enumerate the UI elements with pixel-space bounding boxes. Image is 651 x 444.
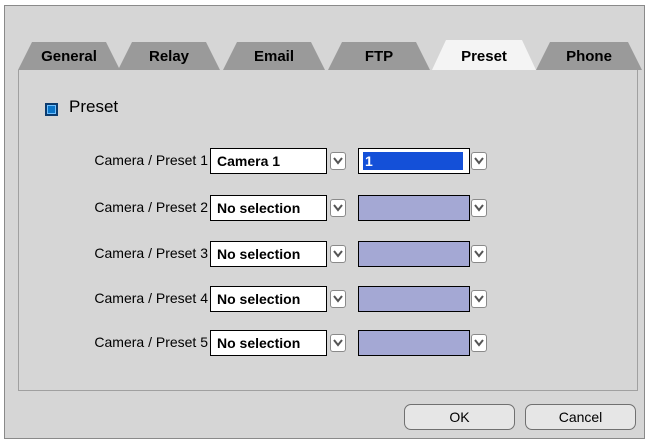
tab-email[interactable]: Email: [223, 42, 325, 70]
chevron-down-icon[interactable]: [330, 334, 346, 352]
preset-row-4: Camera / Preset 4 No selection: [0, 286, 651, 312]
preset-select-value: [358, 330, 470, 356]
chevron-down-icon[interactable]: [330, 199, 346, 217]
camera-select-value[interactable]: No selection: [210, 286, 327, 312]
camera-select-value[interactable]: No selection: [210, 241, 327, 267]
camera-select-4[interactable]: No selection: [210, 286, 347, 312]
camera-select-2[interactable]: No selection: [210, 195, 347, 221]
row-label: Camera / Preset 4: [94, 290, 208, 306]
row-label: Camera / Preset 5: [94, 334, 208, 350]
chevron-down-icon: [471, 290, 487, 308]
preset-row-5: Camera / Preset 5 No selection: [0, 330, 651, 356]
chevron-down-icon: [471, 199, 487, 217]
camera-select-1[interactable]: Camera 1: [210, 148, 347, 174]
camera-select-value[interactable]: Camera 1: [210, 148, 327, 174]
preset-select-3[interactable]: [358, 241, 490, 267]
preset-selected-text: 1: [363, 152, 465, 170]
preset-select-1[interactable]: 1: [358, 148, 490, 174]
cancel-button[interactable]: Cancel: [525, 404, 636, 430]
preset-select-5[interactable]: [358, 330, 490, 356]
tab-preset[interactable]: Preset: [432, 40, 536, 70]
blue-square-icon: [45, 103, 58, 116]
chevron-down-icon: [471, 334, 487, 352]
chevron-down-icon[interactable]: [330, 152, 346, 170]
tab-general[interactable]: General: [18, 42, 120, 70]
preset-select-2[interactable]: [358, 195, 490, 221]
preset-select-value[interactable]: 1: [358, 148, 470, 174]
preset-row-3: Camera / Preset 3 No selection: [0, 241, 651, 267]
section-title: Preset: [69, 97, 119, 116]
camera-select-value[interactable]: No selection: [210, 330, 327, 356]
camera-select-5[interactable]: No selection: [210, 330, 347, 356]
tab-ftp[interactable]: FTP: [328, 42, 430, 70]
preset-select-4[interactable]: [358, 286, 490, 312]
camera-select-value[interactable]: No selection: [210, 195, 327, 221]
chevron-down-icon[interactable]: [330, 290, 346, 308]
tab-phone[interactable]: Phone: [536, 42, 642, 70]
tab-bar: General Relay Email FTP Preset Phone: [18, 36, 643, 70]
text-caret: [463, 152, 465, 170]
tab-relay[interactable]: Relay: [118, 42, 220, 70]
chevron-down-icon[interactable]: [471, 152, 487, 170]
row-label: Camera / Preset 3: [94, 245, 208, 261]
chevron-down-icon[interactable]: [330, 245, 346, 263]
camera-select-3[interactable]: No selection: [210, 241, 347, 267]
row-label: Camera / Preset 2: [94, 199, 208, 215]
row-label: Camera / Preset 1: [94, 152, 208, 168]
preset-select-value: [358, 286, 470, 312]
preset-row-2: Camera / Preset 2 No selection: [0, 195, 651, 221]
chevron-down-icon: [471, 245, 487, 263]
preset-select-value: [358, 195, 470, 221]
preset-row-1: Camera / Preset 1 Camera 1 1: [0, 148, 651, 174]
preset-select-value: [358, 241, 470, 267]
ok-button[interactable]: OK: [404, 404, 515, 430]
